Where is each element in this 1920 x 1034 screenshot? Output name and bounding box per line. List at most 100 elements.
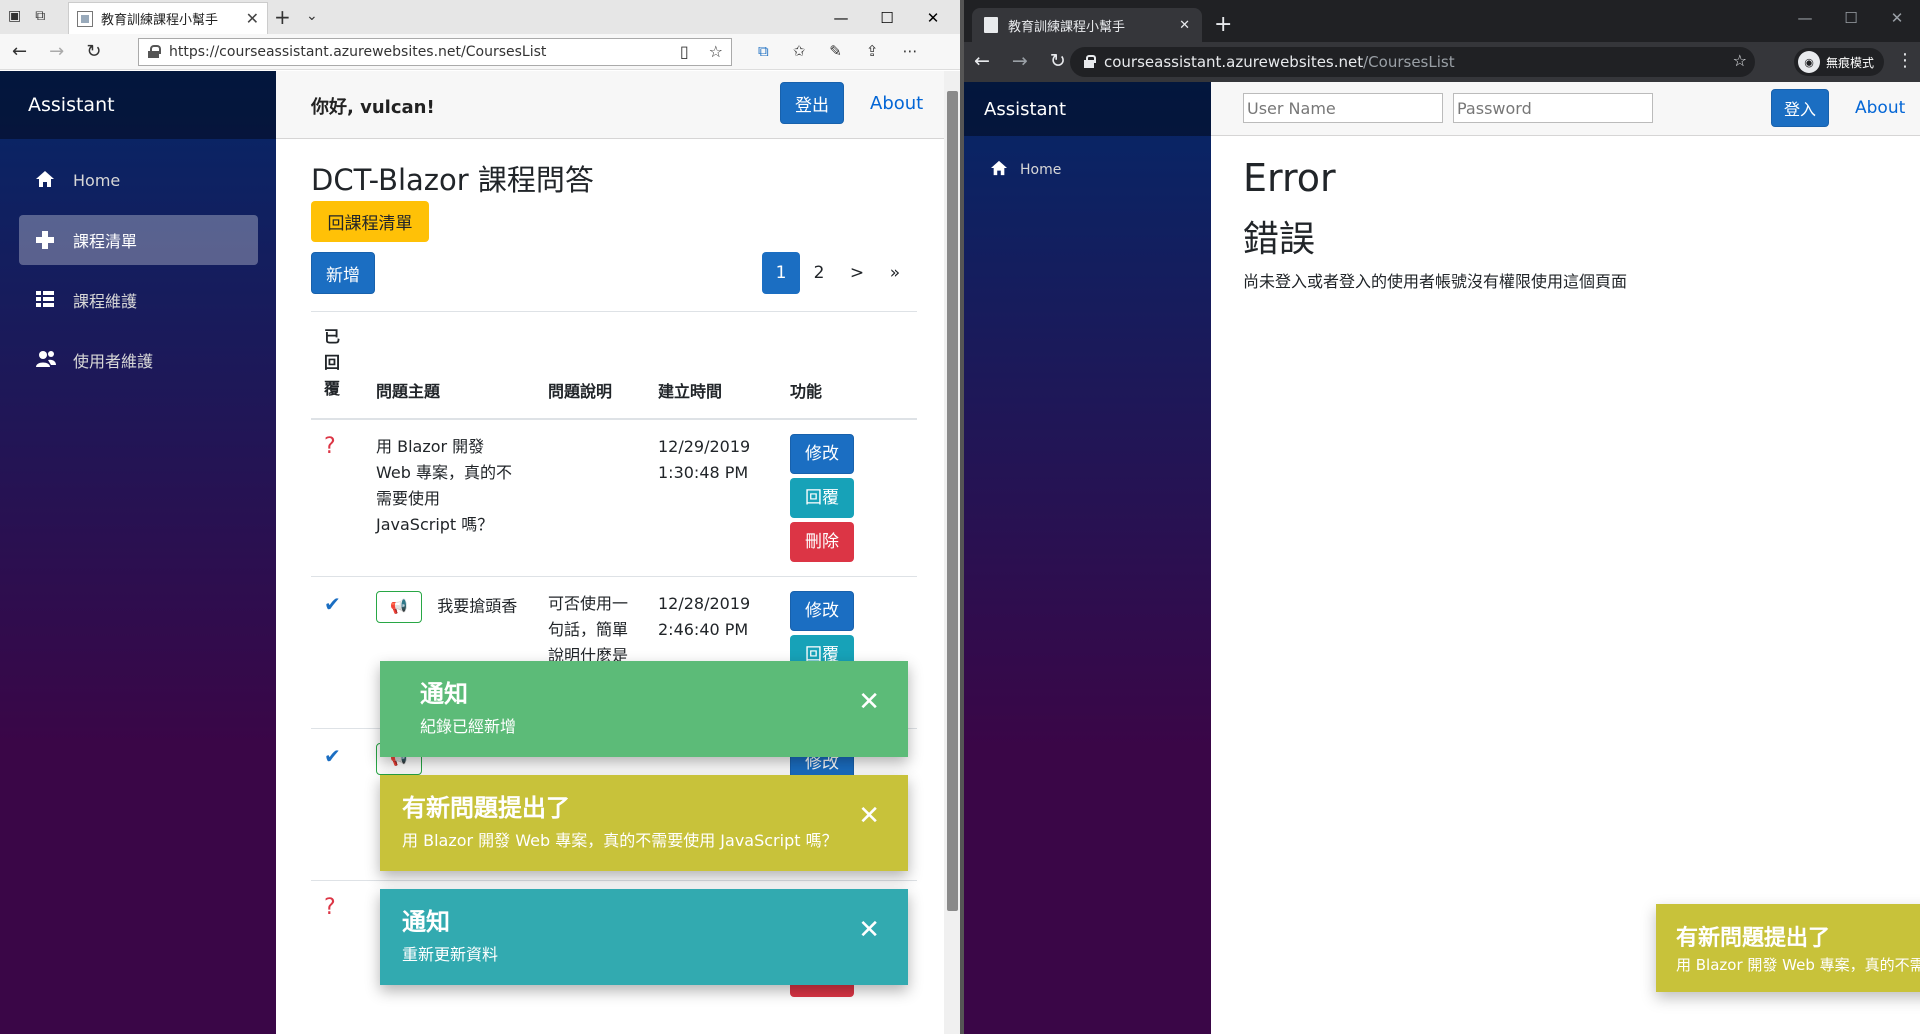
back-icon[interactable]: ← — [12, 41, 27, 62]
logout-button[interactable]: 登出 — [780, 82, 844, 124]
extension-icon[interactable]: ⧉ — [758, 42, 769, 60]
page-title: DCT-Blazor 課程問答 — [311, 163, 594, 197]
unanswered-icon: ? — [324, 434, 336, 459]
pen-icon[interactable]: ✎ — [829, 42, 842, 60]
answered-check-icon: ✔ — [324, 744, 341, 768]
about-link[interactable]: About — [1855, 98, 1905, 118]
sidebar-item-label: 課程維護 — [73, 292, 138, 311]
password-input[interactable]: Password — [1453, 93, 1653, 123]
login-button[interactable]: 登入 — [1771, 89, 1829, 127]
sidebar-item-label: 課程清單 — [73, 232, 138, 251]
sidebar-brand[interactable]: Assistant — [0, 71, 276, 139]
about-link[interactable]: About — [870, 93, 923, 114]
column-subject: 問題主題 — [363, 311, 535, 420]
incognito-label: 無痕模式 — [1826, 55, 1875, 70]
close-icon[interactable]: ✕ — [858, 915, 880, 945]
more-icon[interactable]: ⋯ — [902, 42, 917, 60]
row-date: 12/29/2019 — [658, 437, 751, 456]
edge-address-bar: ← → ↻ https://courseassistant.azurewebsi… — [0, 34, 960, 70]
edge-toolbar: ⧉ ✩ ✎ ⇪ ⋯ — [758, 42, 917, 60]
incognito-icon: ◉ — [1798, 51, 1820, 73]
url-host: courseassistant.azurewebsites.net — [1104, 53, 1364, 71]
page-next[interactable]: > — [838, 252, 876, 294]
window-controls: — ☐ ✕ — [1782, 4, 1920, 32]
forward-icon[interactable]: → — [49, 41, 64, 62]
row-subject: 用 Blazor 開發 Web 專案，真的不需要使用 JavaScript 嗎？ — [363, 418, 535, 577]
maximize-icon[interactable]: ☐ — [864, 4, 910, 32]
app-left: Assistant Home 課程清單 課程維護 使用者維護 你好, vulca… — [0, 71, 960, 1034]
page-2[interactable]: 2 — [800, 252, 838, 294]
back-to-list-button[interactable]: 回課程清單 — [311, 201, 429, 242]
back-icon[interactable]: ← — [974, 50, 990, 72]
url-text: https://courseassistant.azurewebsites.ne… — [169, 44, 547, 60]
sidebar-item-course-list[interactable]: 課程清單 — [19, 215, 258, 265]
page-1[interactable]: 1 — [762, 252, 800, 294]
url-actions: ▯ ☆ — [680, 42, 723, 61]
answered-check-icon: ✔ — [324, 592, 341, 616]
close-icon[interactable]: ✕ — [858, 687, 880, 717]
top-row: 你好, vulcan! 登出 About — [276, 71, 944, 139]
sidebar-item-label: Home — [73, 170, 121, 190]
url-field[interactable]: courseassistant.azurewebsites.net/Course… — [1070, 47, 1755, 77]
scrollbar[interactable] — [944, 71, 960, 1034]
browser-tab[interactable]: 教育訓練課程小幫手 ✕ — [972, 8, 1202, 42]
list-icon — [35, 290, 57, 310]
sidebar-item-label: 使用者維護 — [73, 352, 154, 371]
browser-tab[interactable]: 教育訓練課程小幫手 ✕ — [68, 2, 268, 34]
bookmark-star-icon[interactable]: ☆ — [1733, 51, 1747, 70]
chrome-window: 教育訓練課程小幫手 ✕ + — ☐ ✕ ← → ↻ courseassistan… — [964, 0, 1920, 1034]
window-controls: — ☐ ✕ — [818, 4, 956, 32]
delete-button[interactable]: 刪除 — [790, 522, 854, 562]
error-title-zh: 錯誤 — [1243, 219, 1316, 260]
add-button[interactable]: 新增 — [311, 252, 375, 294]
toast-message: 用 Blazor 開發 Web 專案，真的不需要使用 JavaScript 嗎？ — [402, 831, 838, 850]
toast-message: 紀錄已經新增 — [420, 717, 517, 736]
edit-button[interactable]: 修改 — [790, 591, 854, 631]
scrollbar-thumb[interactable] — [947, 91, 958, 911]
toast-new-question: 有新問題提出了 用 Blazor 開發 Web 專案，真的不需要使用 JavaS… — [1656, 904, 1920, 992]
favorites-icon[interactable]: ✩ — [793, 42, 806, 60]
refresh-icon[interactable]: ↻ — [86, 41, 101, 62]
tab-restore-icon[interactable]: ⧉ — [35, 8, 45, 24]
close-icon[interactable]: ✕ — [858, 801, 880, 831]
refresh-icon[interactable]: ↻ — [1050, 50, 1066, 72]
chevron-down-icon[interactable]: ⌄ — [306, 8, 318, 24]
close-tab-icon[interactable]: ✕ — [246, 9, 259, 28]
new-tab-icon[interactable]: + — [274, 5, 291, 29]
toast-title: 通知 — [402, 908, 450, 936]
favorite-star-icon[interactable]: ☆ — [709, 42, 723, 61]
error-title: Error — [1243, 156, 1336, 200]
sidebar-item-course-maintenance[interactable]: 課程維護 — [19, 275, 258, 325]
url-field[interactable]: https://courseassistant.azurewebsites.ne… — [138, 38, 732, 66]
toast-message: 重新更新資料 — [402, 945, 499, 964]
close-tab-icon[interactable]: ✕ — [1179, 18, 1190, 33]
share-icon[interactable]: ⇪ — [866, 42, 879, 60]
page-last[interactable]: » — [876, 252, 914, 294]
sidebar-item-home[interactable]: Home — [19, 155, 258, 205]
error-message: 尚未登入或者登入的使用者帳號沒有權限使用這個頁面 — [1243, 272, 1628, 291]
new-tab-icon[interactable]: + — [1214, 12, 1232, 37]
incognito-badge[interactable]: ◉ 無痕模式 — [1794, 48, 1885, 76]
username-input[interactable]: User Name — [1243, 93, 1443, 123]
maximize-icon[interactable]: ☐ — [1828, 4, 1874, 32]
tab-set-aside-icon[interactable]: ▣ — [8, 8, 21, 24]
nav-buttons: ← → ↻ — [0, 41, 132, 62]
edit-button[interactable]: 修改 — [790, 434, 854, 474]
sidebar-item-home[interactable]: Home — [964, 154, 1211, 186]
reply-button[interactable]: 回覆 — [790, 478, 854, 518]
close-window-icon[interactable]: ✕ — [910, 4, 956, 32]
minimize-icon[interactable]: — — [1782, 4, 1828, 32]
sidebar-brand[interactable]: Assistant — [964, 82, 1211, 136]
column-created: 建立時間 — [645, 311, 777, 420]
forward-icon[interactable]: → — [1012, 50, 1028, 72]
more-icon[interactable]: ⋮ — [1896, 50, 1914, 71]
sidebar-item-user-maintenance[interactable]: 使用者維護 — [19, 335, 258, 385]
top-row: User Name Password 登入 About — [1211, 82, 1920, 136]
toast-refresh: 通知 重新更新資料 ✕ — [380, 889, 908, 985]
close-window-icon[interactable]: ✕ — [1874, 4, 1920, 32]
reading-view-icon[interactable]: ▯ — [680, 42, 689, 61]
chrome-address-bar: ← → ↻ courseassistant.azurewebsites.net /… — [964, 42, 1920, 82]
table-row: ? 用 Blazor 開發 Web 專案，真的不需要使用 JavaScript … — [311, 418, 917, 577]
edge-tab-bar: ▣ ⧉ 教育訓練課程小幫手 ✕ + ⌄ — ☐ ✕ — [0, 0, 960, 34]
minimize-icon[interactable]: — — [818, 4, 864, 32]
